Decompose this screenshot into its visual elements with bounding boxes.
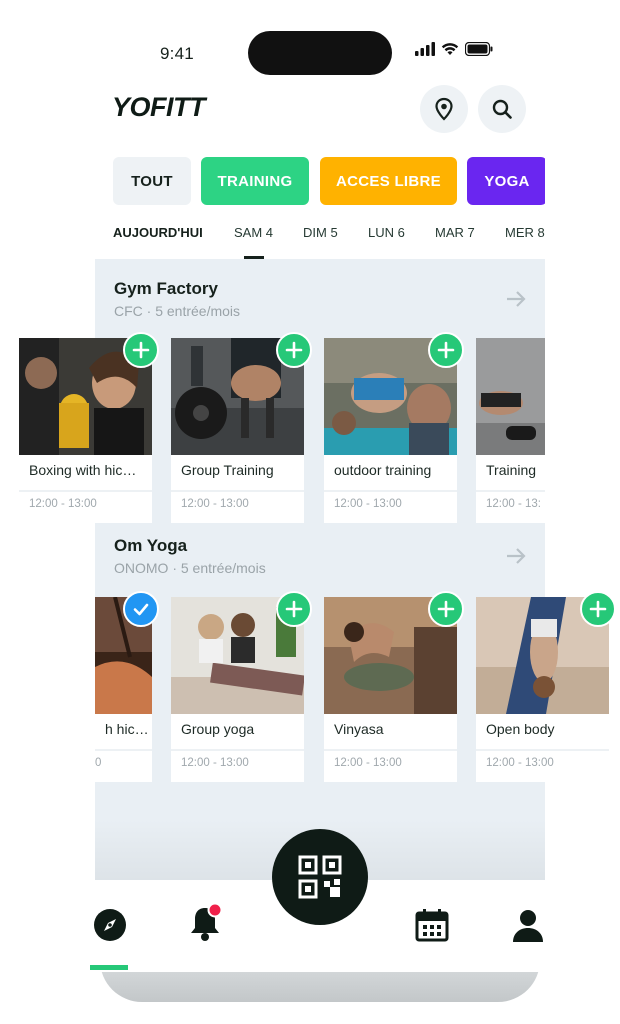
category-filters: TOUT TRAINING ACCES LIBRE YOGA <box>113 157 545 207</box>
day-lun-6[interactable]: LUN 6 <box>368 225 405 240</box>
card-divider <box>324 749 457 751</box>
card-divider <box>476 749 609 751</box>
add-class-button[interactable] <box>580 591 616 627</box>
card-divider <box>476 490 545 492</box>
search-icon <box>492 99 512 119</box>
filter-training[interactable]: TRAINING <box>201 157 309 205</box>
add-class-button[interactable] <box>123 332 159 368</box>
nav-notifications[interactable] <box>185 900 225 945</box>
dynamic-island <box>248 31 392 75</box>
booked-check-button[interactable] <box>123 591 159 627</box>
notifications-icon <box>191 902 223 941</box>
card-divider <box>171 490 304 492</box>
arrow-right-icon[interactable] <box>505 545 527 567</box>
class-time: 12:00 - 13:00 <box>181 757 249 769</box>
filter-acces-libre[interactable]: ACCES LIBRE <box>320 157 457 205</box>
plus-icon <box>132 341 150 359</box>
search-button[interactable] <box>478 85 526 133</box>
filter-yoga[interactable]: YOGA <box>467 157 545 205</box>
plus-icon <box>589 600 607 618</box>
day-mer-8[interactable]: MER 8 <box>505 225 545 240</box>
profile-icon <box>513 910 543 942</box>
location-button[interactable] <box>420 85 468 133</box>
class-time: 12:00 - 13:00 <box>181 498 249 510</box>
class-card[interactable]: Group Training 12:00 - 13:00 <box>171 338 304 523</box>
check-icon <box>133 603 149 616</box>
class-time: 0 <box>95 757 102 769</box>
class-title: outdoor training <box>334 462 432 478</box>
gym-name[interactable]: Om Yoga <box>114 536 187 556</box>
gym-name[interactable]: Gym Factory <box>114 279 218 299</box>
qr-code-icon <box>298 855 342 899</box>
add-class-button[interactable] <box>428 332 464 368</box>
card-divider <box>19 490 152 492</box>
day-dim-5[interactable]: DIM 5 <box>303 225 338 240</box>
add-class-button[interactable] <box>276 591 312 627</box>
class-time: 12:00 - 13:00 <box>486 757 554 769</box>
calendar-icon <box>415 909 449 942</box>
nav-explore[interactable] <box>90 905 130 945</box>
status-icons <box>415 42 493 56</box>
status-time: 9:41 <box>160 44 194 63</box>
signal-icon <box>415 42 435 56</box>
class-title: h hic… <box>105 721 149 737</box>
class-title: Open body <box>486 721 555 737</box>
day-today[interactable]: AUJOURD'HUI <box>113 225 203 240</box>
class-title: Training <box>486 462 537 478</box>
day-selector: AUJOURD'HUI SAM 4 DIM 5 LUN 6 MAR 7 MER … <box>113 222 545 262</box>
plus-icon <box>437 600 455 618</box>
class-time: 12:00 - 13:00 <box>334 498 402 510</box>
class-time: 12:00 - 13:00 <box>29 498 97 510</box>
class-card[interactable]: Group yoga 12:00 - 13:00 <box>171 597 304 782</box>
wifi-icon <box>441 43 459 55</box>
add-class-button[interactable] <box>276 332 312 368</box>
class-title: Group yoga <box>181 721 255 737</box>
class-title: Group Training <box>181 462 274 478</box>
add-class-button[interactable] <box>428 591 464 627</box>
class-time: 12:00 - 13:00 <box>334 757 402 769</box>
class-card[interactable]: Training 12:00 - 13: <box>476 338 545 523</box>
day-mar-7[interactable]: MAR 7 <box>435 225 475 240</box>
arrow-right-icon[interactable] <box>505 288 527 310</box>
filter-tout[interactable]: TOUT <box>113 157 191 205</box>
card-divider <box>171 749 304 751</box>
class-title: Vinyasa <box>334 721 384 737</box>
plus-icon <box>285 341 303 359</box>
location-pin-icon <box>435 97 453 121</box>
plus-icon <box>285 600 303 618</box>
qr-scan-button[interactable] <box>272 829 368 925</box>
nav-active-indicator <box>90 965 128 970</box>
nav-profile[interactable] <box>508 905 548 945</box>
card-divider <box>95 749 152 751</box>
gym-subtitle: ONOMO · 5 entrée/mois <box>114 560 266 576</box>
class-photo <box>476 338 545 455</box>
day-sam-4[interactable]: SAM 4 <box>234 225 273 240</box>
gym-subtitle: CFC · 5 entrée/mois <box>114 303 241 319</box>
nav-calendar[interactable] <box>412 905 452 945</box>
plus-icon <box>437 341 455 359</box>
class-title: Boxing with hic… <box>29 462 137 478</box>
explore-icon <box>94 909 126 941</box>
battery-icon <box>465 42 493 56</box>
card-divider <box>324 490 457 492</box>
class-time: 12:00 - 13: <box>486 498 541 510</box>
app-logo: YOFITT <box>112 92 206 122</box>
